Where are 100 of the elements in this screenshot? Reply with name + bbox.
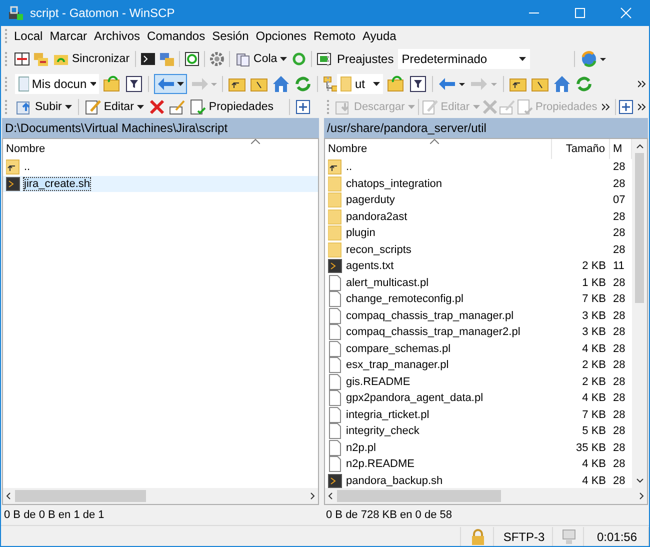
file-size: 3 KB <box>582 310 606 322</box>
file-size: 2 KB <box>582 376 606 388</box>
file-name: change_remoteconfig.pl <box>346 293 464 306</box>
file-row[interactable]: n2p.README 4 KB 28 <box>325 456 632 472</box>
modified-date: 28 <box>613 392 626 404</box>
location-dropdown[interactable]: ut <box>337 74 383 94</box>
file-name: compare_schemas.pl <box>346 342 451 355</box>
file-name: jira_create.sh <box>24 178 90 190</box>
menu-item[interactable]: Opciones <box>252 29 310 43</box>
file-row[interactable]: n2p.pl 35 KB 28 <box>325 440 632 456</box>
file-row[interactable]: compaq_chassis_trap_manager2.pl 3 KB 28 <box>325 324 632 340</box>
properties-button[interactable]: Propiedades <box>188 98 274 116</box>
column-header[interactable]: Tamaño <box>552 139 610 159</box>
file-row[interactable]: pandora_backup.sh 4 KB 28 <box>325 472 632 489</box>
file-size: 3 KB <box>582 326 606 338</box>
presets-label: Preajustes <box>337 52 394 66</box>
edit-button[interactable]: Editar <box>84 98 145 116</box>
file-row[interactable]: agents.txt 2 KB 11 <box>325 258 632 274</box>
file-name: n2p.pl <box>346 442 376 454</box>
modified-date: 28 <box>613 227 626 240</box>
modified-date: 28 <box>613 276 626 289</box>
column-header[interactable]: Nombre <box>3 139 318 159</box>
elapsed-time: 0:01:56 <box>596 530 638 544</box>
modified-date: 28 <box>613 474 626 487</box>
file-name: gpx2pandora_agent_data.pl <box>346 392 484 404</box>
file-name: esx_trap_manager.pl <box>346 359 449 372</box>
file-size: 4 KB <box>582 342 606 355</box>
menu-item[interactable]: Marcar <box>46 29 92 43</box>
modified-date: 28 <box>613 359 626 372</box>
selection-status: 0 B de 0 B en 1 de 1 <box>4 509 104 521</box>
file-row[interactable]: plugin 28 <box>325 225 632 242</box>
file-row[interactable]: compaq_chassis_trap_manager.pl 3 KB 28 <box>325 308 632 324</box>
file-size: 4 KB <box>582 392 606 404</box>
modified-date: 28 <box>613 244 626 256</box>
file-size: 1 KB <box>582 276 606 289</box>
modified-date: 07 <box>613 194 626 206</box>
file-row[interactable]: gpx2pandora_agent_data.pl 4 KB 28 <box>325 390 632 406</box>
file-row[interactable]: jira_create.sh <box>3 176 318 192</box>
file-row[interactable]: change_remoteconfig.pl 7 KB 28 <box>325 291 632 308</box>
file-size: 4 KB <box>582 474 606 487</box>
file-name: compaq_chassis_trap_manager.pl <box>346 310 514 322</box>
queue-button[interactable]: Cola <box>234 50 288 68</box>
file-name: pagerduty <box>346 194 395 206</box>
modified-date: 28 <box>613 310 626 322</box>
file-size: 35 KB <box>576 442 606 454</box>
window-title: script - Gatomon - WinSCP <box>30 6 175 20</box>
file-size: 7 KB <box>582 408 606 421</box>
file-row[interactable]: recon_scripts 28 <box>325 242 632 258</box>
modified-date: 28 <box>613 408 626 421</box>
modified-date: 28 <box>613 326 626 338</box>
file-name: gis.README <box>346 376 410 388</box>
file-row[interactable]: compare_schemas.pl 4 KB 28 <box>325 340 632 357</box>
file-row[interactable]: .. <box>3 159 318 176</box>
file-name: integria_rticket.pl <box>346 408 430 421</box>
file-size: 5 KB <box>582 425 606 438</box>
file-row[interactable]: gis.README 2 KB 28 <box>325 374 632 390</box>
menu-item[interactable]: Archivos <box>91 29 144 43</box>
presets-dropdown[interactable]: Predeterminado <box>398 49 530 69</box>
file-size: 7 KB <box>582 293 606 306</box>
file-row[interactable]: integrity_check 5 KB 28 <box>325 423 632 440</box>
modified-date: 28 <box>613 425 626 438</box>
file-size: 2 KB <box>582 260 606 272</box>
location-dropdown[interactable]: Mis docun <box>15 74 99 94</box>
file-name: pandora_backup.sh <box>346 474 443 487</box>
menu-item[interactable]: Local <box>11 29 47 43</box>
file-name: recon_scripts <box>346 244 412 256</box>
file-name: pandora2ast <box>346 210 408 223</box>
file-name: .. <box>346 161 352 174</box>
modified-date: 11 <box>613 260 624 272</box>
protocol-label: SFTP-3 <box>503 530 545 544</box>
file-name: plugin <box>346 227 376 240</box>
file-name: agents.txt <box>346 260 394 272</box>
modified-date: 28 <box>613 161 626 174</box>
modified-date: 28 <box>613 458 626 470</box>
file-row[interactable]: pagerduty 07 <box>325 192 632 208</box>
file-name: alert_multicast.pl <box>346 276 429 289</box>
menu-item[interactable]: Ayuda <box>360 29 400 43</box>
menu-item[interactable]: Remoto <box>310 29 360 43</box>
local-path: D:\Documents\Virtual Machines\Jira\script <box>5 121 228 135</box>
modified-date: 28 <box>613 442 626 454</box>
file-row[interactable]: pandora2ast 28 <box>325 208 632 225</box>
synchronize-button[interactable]: Sincronizar <box>52 50 131 68</box>
file-name: chatops_integration <box>346 178 442 190</box>
file-row[interactable]: esx_trap_manager.pl 2 KB 28 <box>325 357 632 374</box>
file-size: 2 KB <box>582 359 606 372</box>
file-name: integrity_check <box>346 425 420 438</box>
file-name: n2p.README <box>346 458 414 470</box>
file-name: compaq_chassis_trap_manager2.pl <box>346 326 520 338</box>
modified-date: 28 <box>613 178 626 190</box>
file-row[interactable]: .. 28 <box>325 159 632 176</box>
modified-date: 28 <box>613 376 626 388</box>
file-name: .. <box>24 161 30 174</box>
file-row[interactable]: alert_multicast.pl 1 KB 28 <box>325 274 632 291</box>
menu-item[interactable]: Comandos <box>144 29 210 43</box>
file-size: 4 KB <box>582 458 606 470</box>
file-row[interactable]: chatops_integration 28 <box>325 176 632 192</box>
file-row[interactable]: integria_rticket.pl 7 KB 28 <box>325 406 632 423</box>
remote-path: /usr/share/pandora_server/util <box>327 121 486 135</box>
upload-button[interactable]: Subir <box>15 98 73 116</box>
menu-item[interactable]: Sesión <box>209 29 253 43</box>
